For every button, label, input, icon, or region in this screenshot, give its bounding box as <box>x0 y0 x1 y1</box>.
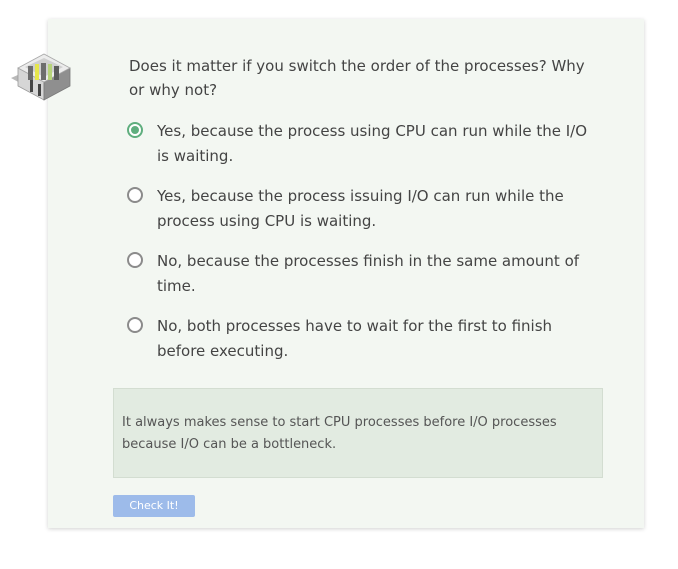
answer-option-2[interactable]: Yes, because the process issuing I/O can… <box>126 184 601 249</box>
radio-button[interactable] <box>127 317 143 333</box>
check-it-button[interactable]: Check It! <box>113 495 195 517</box>
answer-option-3[interactable]: No, because the processes finish in the … <box>126 249 601 314</box>
radio-button[interactable] <box>127 122 143 138</box>
server-rack-icon <box>8 44 74 102</box>
answer-option-label: No, because the processes finish in the … <box>157 252 580 295</box>
answer-option-label: Yes, because the process issuing I/O can… <box>157 187 564 230</box>
radio-button[interactable] <box>127 252 143 268</box>
feedback-box: It always makes sense to start CPU proce… <box>113 388 603 478</box>
answer-option-1[interactable]: Yes, because the process using CPU can r… <box>126 119 601 184</box>
answer-options: Yes, because the process using CPU can r… <box>126 119 601 379</box>
question-text: Does it matter if you switch the order o… <box>129 57 585 99</box>
answer-option-label: No, both processes have to wait for the … <box>157 317 553 360</box>
answer-option-4[interactable]: No, both processes have to wait for the … <box>126 314 601 379</box>
feedback-text: It always makes sense to start CPU proce… <box>122 415 557 452</box>
answer-option-label: Yes, because the process using CPU can r… <box>157 122 588 165</box>
radio-button[interactable] <box>127 187 143 203</box>
